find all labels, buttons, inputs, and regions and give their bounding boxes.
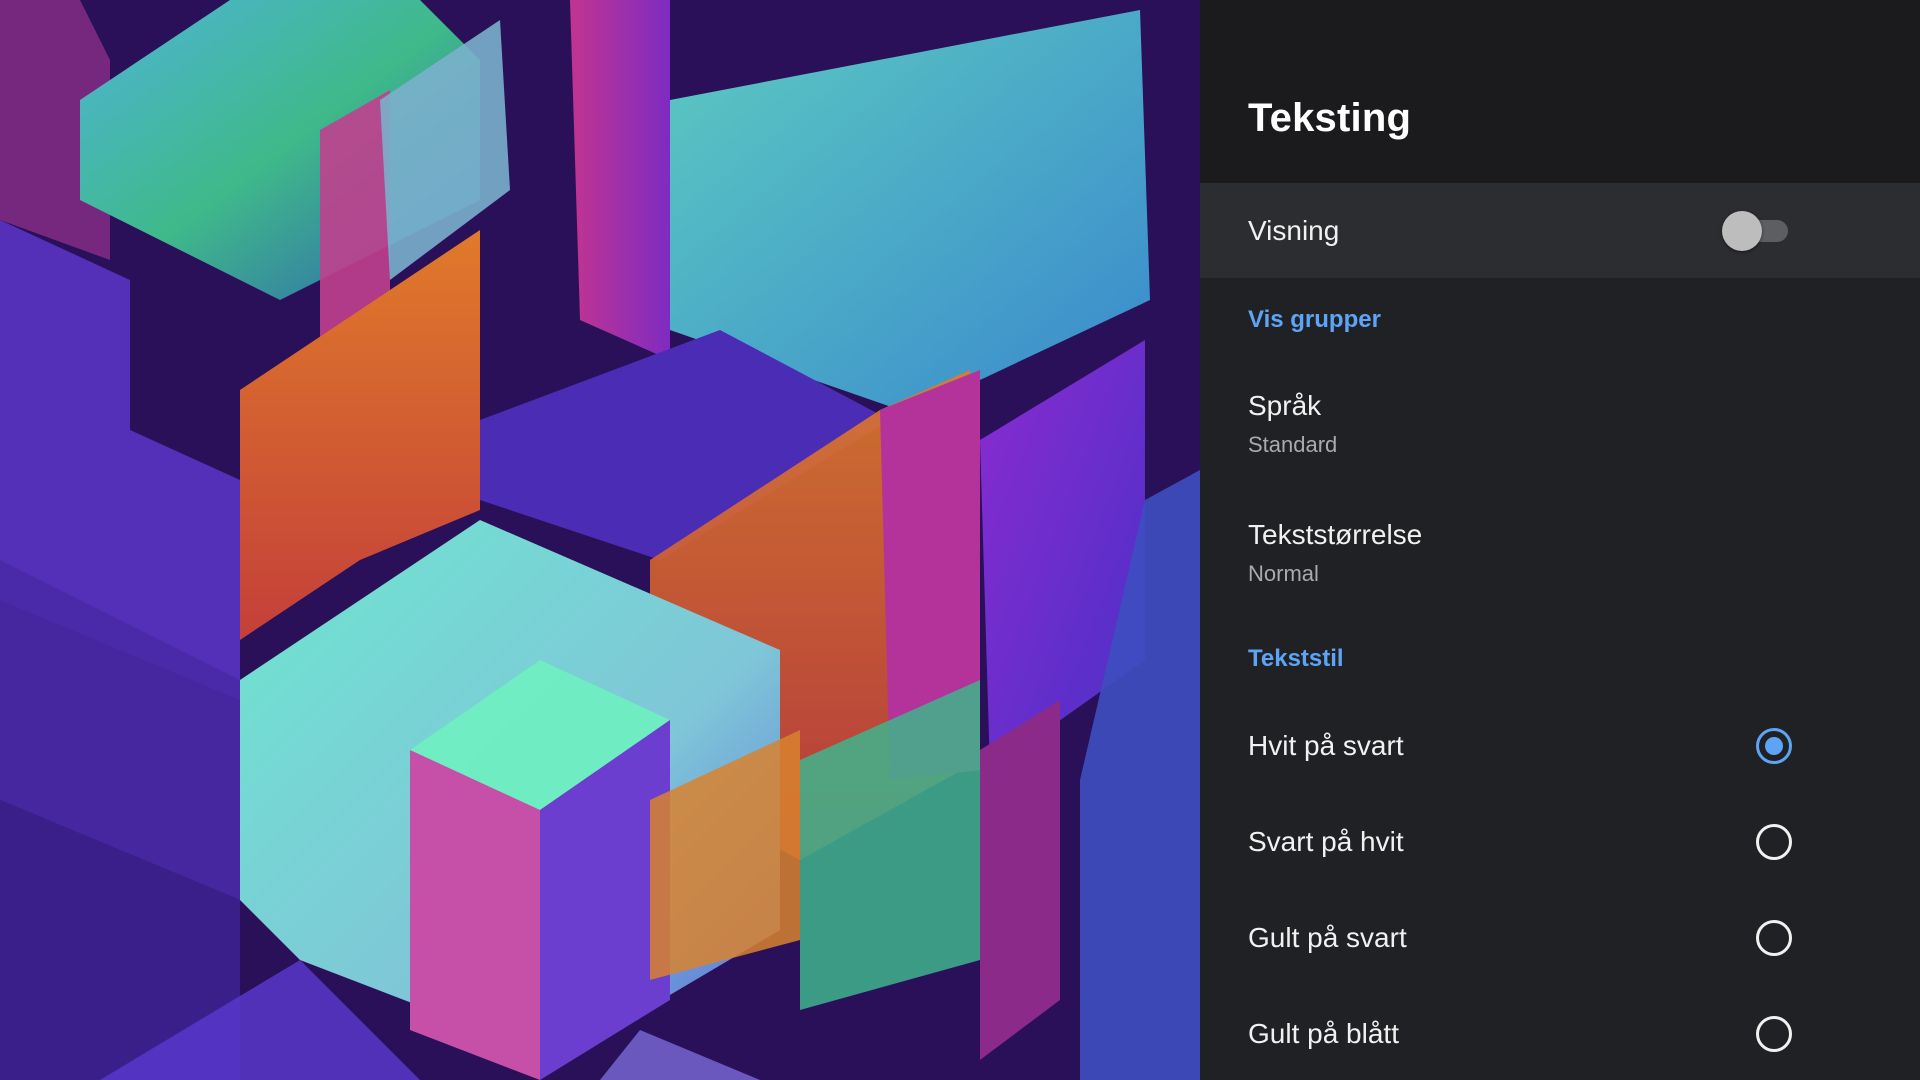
abstract-wallpaper-image	[0, 0, 1200, 1080]
captions-settings-panel: Teksting Visning Vis grupper Språk Stand…	[1200, 0, 1920, 1080]
text-size-title: Tekststørrelse	[1248, 519, 1423, 550]
style-option-label: Hvit på svart	[1248, 730, 1404, 761]
display-toggle-label: Visning	[1248, 215, 1340, 246]
display-toggle-row[interactable]: Visning	[1200, 183, 1920, 278]
radio-unselected-icon[interactable]	[1756, 824, 1792, 860]
text-size-item[interactable]: Tekststørrelse Normal	[1200, 519, 1920, 609]
page-title: Teksting	[1248, 96, 1412, 140]
panel-header: Teksting	[1200, 0, 1920, 183]
switch-knob	[1722, 211, 1762, 251]
section-header-text-style: Tekststil	[1248, 645, 1344, 672]
style-option-label: Svart på hvit	[1248, 826, 1404, 857]
text-size-value: Normal	[1248, 561, 1319, 586]
style-option-yellow-on-blue[interactable]: Gult på blått	[1200, 1006, 1920, 1066]
display-switch[interactable]	[1722, 211, 1788, 251]
radio-selected-icon[interactable]	[1756, 728, 1792, 764]
style-option-yellow-on-black[interactable]: Gult på svart	[1200, 910, 1920, 970]
section-header-show-groups: Vis grupper	[1248, 306, 1381, 333]
style-option-label: Gult på svart	[1248, 922, 1407, 953]
language-value: Standard	[1248, 432, 1338, 457]
language-title: Språk	[1248, 390, 1322, 421]
style-option-label: Gult på blått	[1248, 1018, 1399, 1049]
language-item[interactable]: Språk Standard	[1200, 390, 1920, 480]
style-option-white-on-black[interactable]: Hvit på svart	[1200, 718, 1920, 778]
style-option-black-on-white[interactable]: Svart på hvit	[1200, 814, 1920, 874]
radio-unselected-icon[interactable]	[1756, 1016, 1792, 1052]
radio-unselected-icon[interactable]	[1756, 920, 1792, 956]
wallpaper	[0, 0, 1200, 1080]
